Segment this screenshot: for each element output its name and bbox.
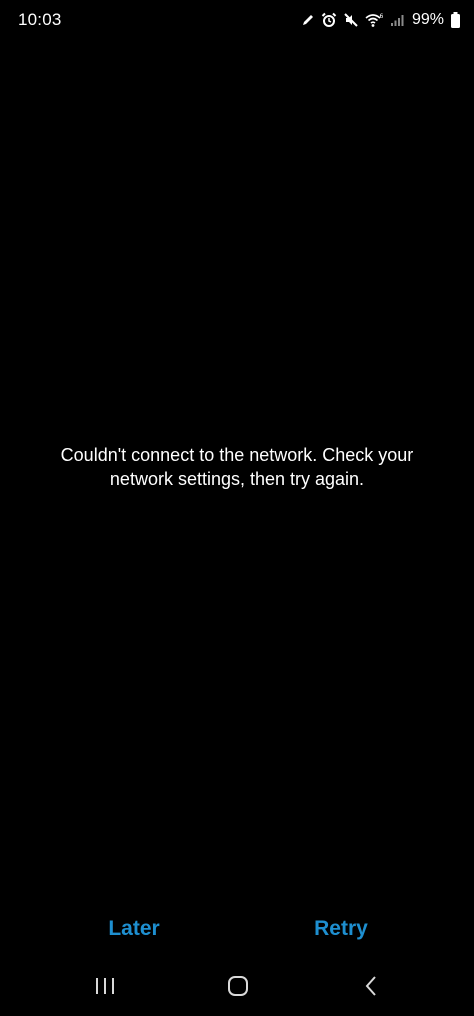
- action-bar: Later Retry: [0, 906, 474, 952]
- battery-icon: [451, 12, 460, 28]
- home-button[interactable]: [208, 972, 268, 1004]
- error-message: Couldn't connect to the network. Check y…: [60, 445, 414, 489]
- navigation-bar: [0, 966, 474, 1010]
- svg-text:6: 6: [379, 13, 383, 20]
- alarm-icon: [321, 12, 337, 28]
- recents-button[interactable]: [75, 972, 135, 1004]
- status-bar: 10:03 6 99%: [0, 0, 474, 40]
- pen-icon: [301, 13, 315, 27]
- battery-percent: 99%: [411, 11, 444, 28]
- later-button[interactable]: Later: [54, 906, 214, 952]
- back-icon: [363, 975, 379, 1002]
- back-button[interactable]: [341, 972, 401, 1004]
- status-time: 10:03: [18, 10, 62, 29]
- wifi-icon: 6: [365, 12, 384, 28]
- home-icon: [227, 975, 249, 1002]
- mute-icon: [343, 12, 359, 28]
- retry-button[interactable]: Retry: [261, 906, 421, 952]
- recents-icon: [94, 976, 116, 1001]
- signal-icon: [390, 13, 404, 27]
- status-icons: 6 99%: [301, 9, 460, 31]
